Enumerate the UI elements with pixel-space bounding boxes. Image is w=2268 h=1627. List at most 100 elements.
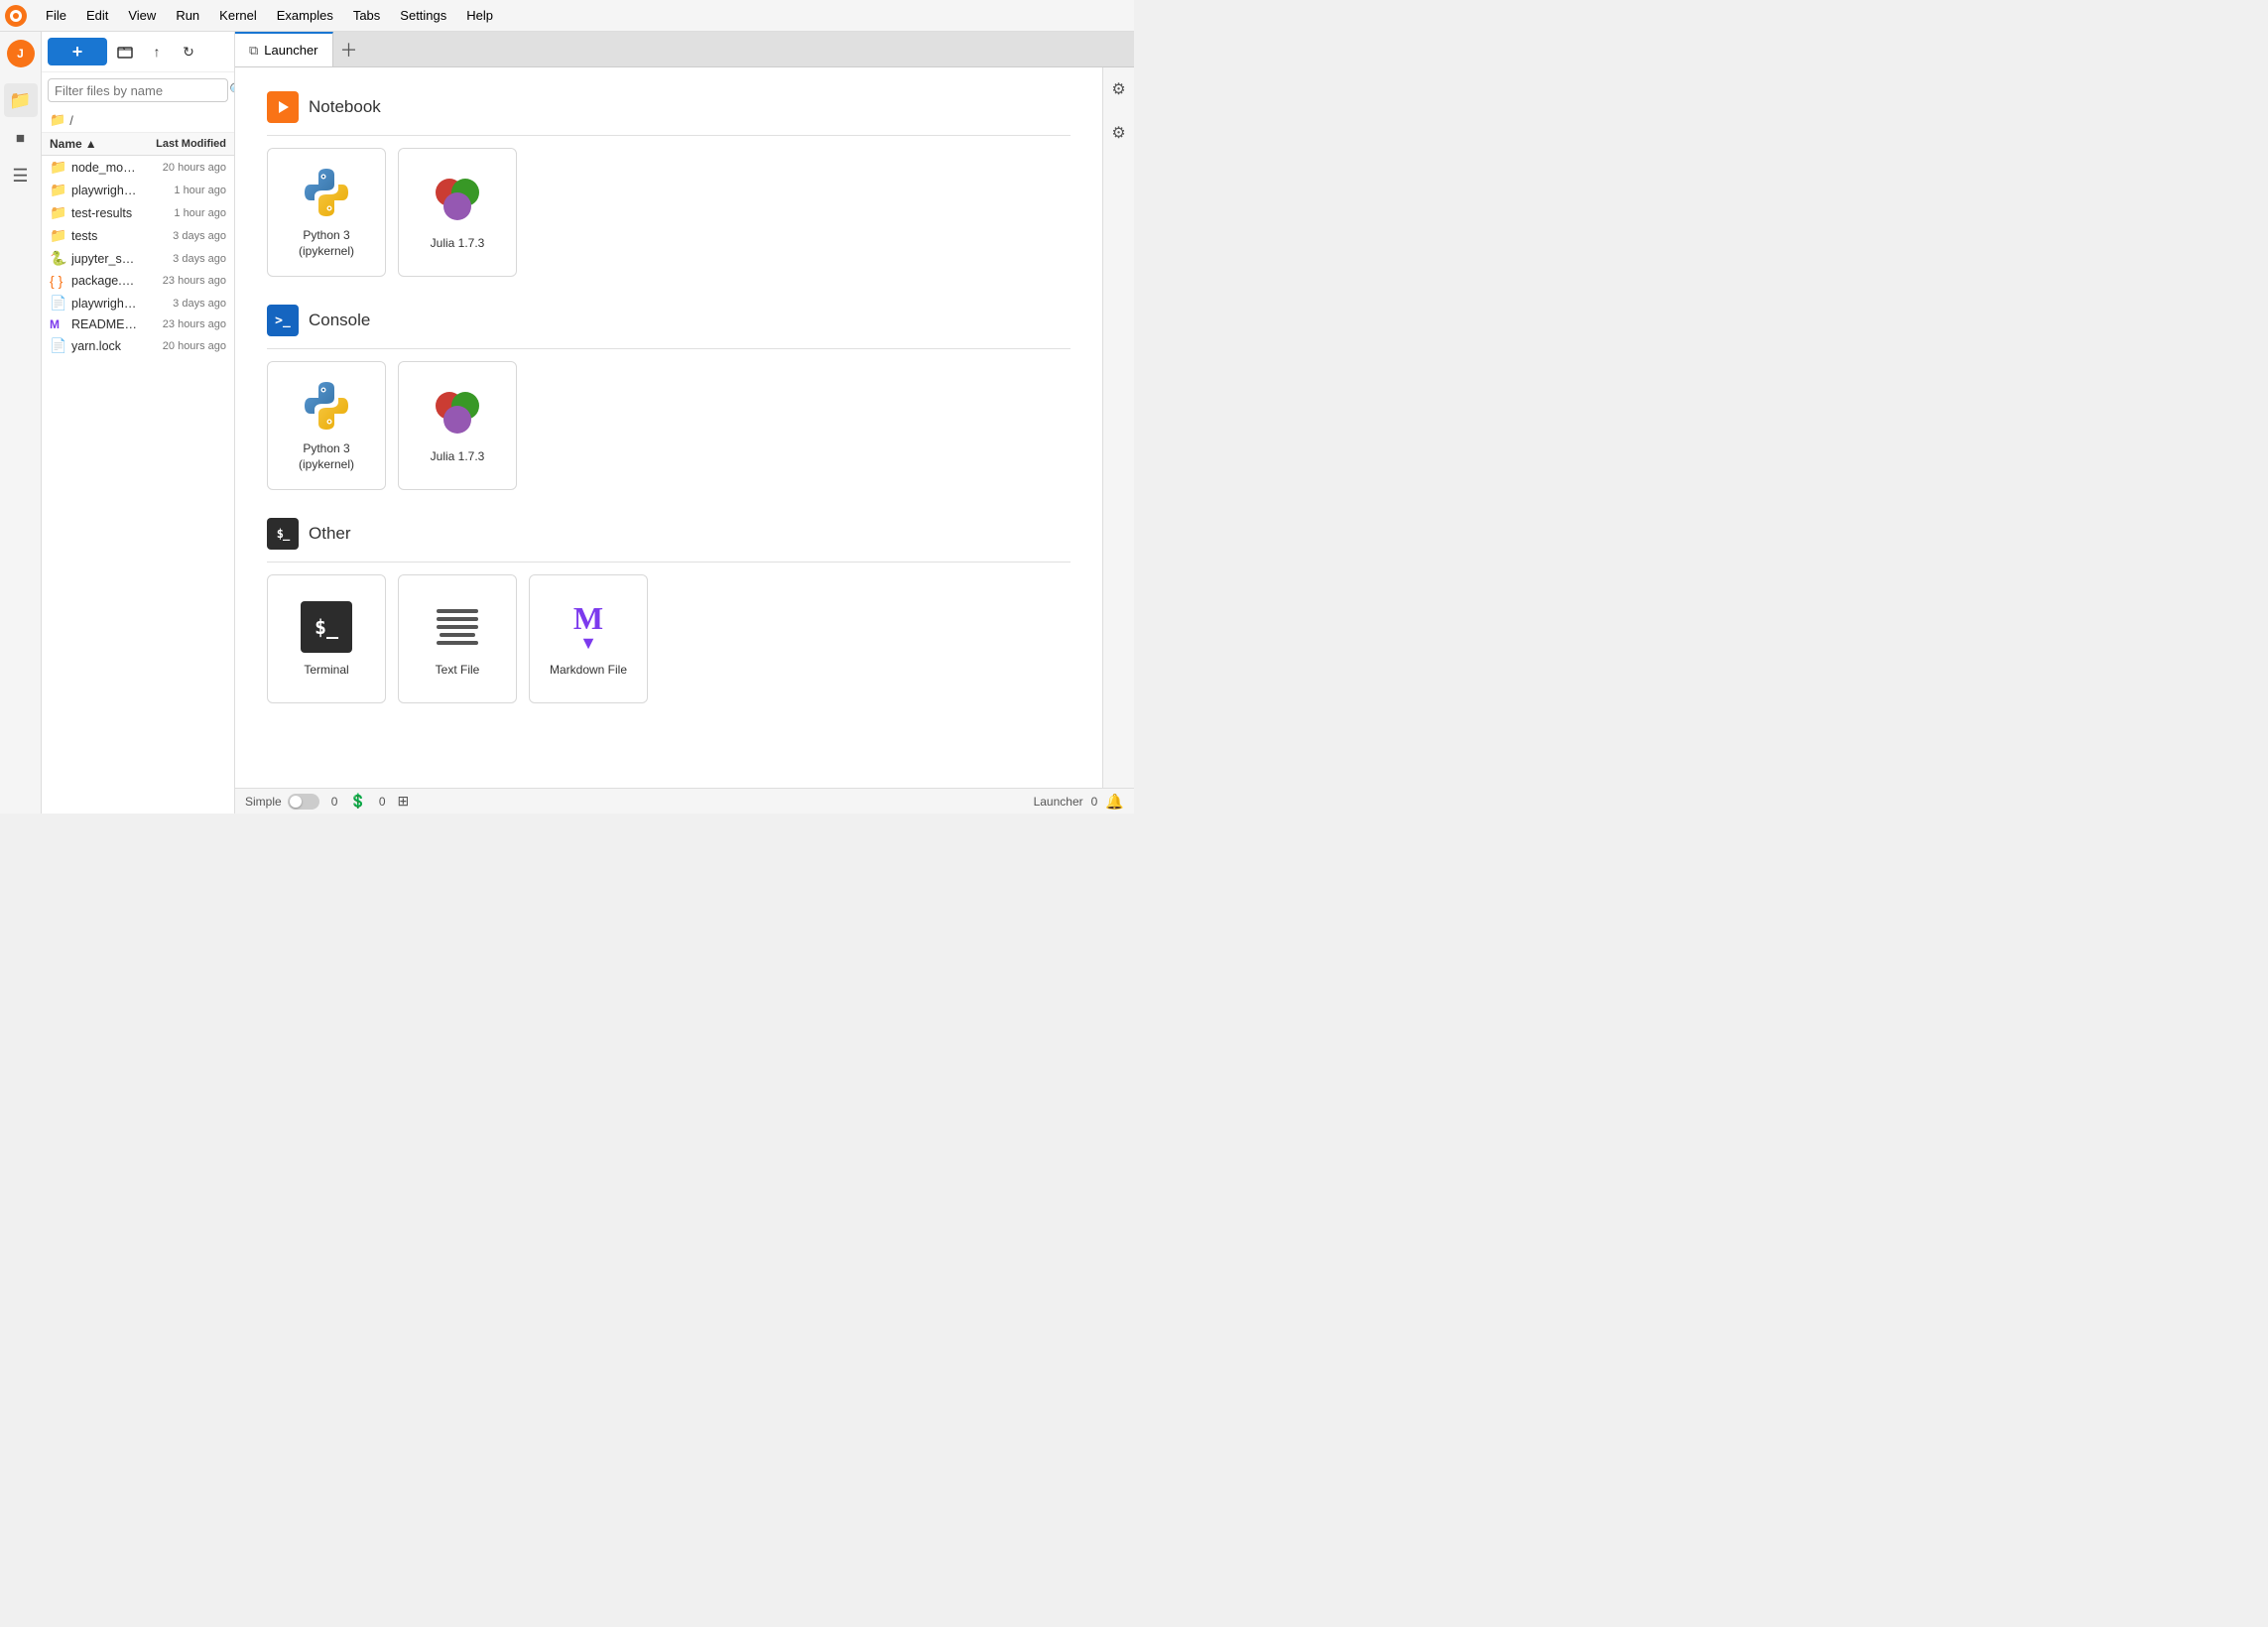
textfile-card[interactable]: Text File bbox=[398, 574, 517, 703]
list-item[interactable]: 📁 tests 3 days ago bbox=[42, 224, 234, 247]
file-name: jupyter_se... bbox=[71, 252, 137, 266]
folder-icon: 📁 bbox=[50, 227, 67, 244]
menu-edit[interactable]: Edit bbox=[76, 4, 118, 27]
tab-launch-icon: ⧉ bbox=[249, 43, 258, 59]
file-name: README.... bbox=[71, 317, 137, 331]
terminal-card[interactable]: $_ Terminal bbox=[267, 574, 386, 703]
file-name: package.json bbox=[71, 274, 137, 288]
settings-button[interactable]: ⚙ bbox=[1105, 75, 1133, 103]
console-cards: Python 3 (ipykernel) Julia bbox=[267, 361, 1071, 490]
new-file-button[interactable]: + bbox=[48, 38, 107, 65]
json-icon: { } bbox=[50, 273, 67, 289]
menu-examples[interactable]: Examples bbox=[267, 4, 343, 27]
console-julia-card[interactable]: Julia 1.7.3 bbox=[398, 361, 517, 490]
card-label: Python 3 (ipykernel) bbox=[276, 228, 377, 259]
right-settings-button-2[interactable]: ⚙ bbox=[1105, 119, 1133, 147]
file-time: 23 hours ago bbox=[137, 275, 226, 287]
menu-view[interactable]: View bbox=[118, 4, 166, 27]
console-section-icon: >_ bbox=[267, 305, 299, 336]
console-python-card[interactable]: Python 3 (ipykernel) bbox=[267, 361, 386, 490]
menu-help[interactable]: Help bbox=[456, 4, 503, 27]
list-item[interactable]: 📁 playwright-... 1 hour ago bbox=[42, 179, 234, 201]
folder-icon: 📁 bbox=[50, 182, 67, 198]
notebook-section-header: Notebook bbox=[267, 91, 1071, 123]
breadcrumb: 📁 / bbox=[42, 108, 234, 133]
menu-run[interactable]: Run bbox=[166, 4, 209, 27]
other-section-header: $_ Other bbox=[267, 518, 1071, 550]
sidebar-icon-files[interactable]: 📁 bbox=[4, 83, 38, 117]
col-name-header[interactable]: Name ▲ bbox=[50, 137, 137, 151]
new-folder-button[interactable] bbox=[111, 38, 139, 65]
search-input[interactable] bbox=[55, 83, 229, 98]
markdown-card[interactable]: M ▼ Markdown File bbox=[529, 574, 648, 703]
simple-toggle-track[interactable] bbox=[288, 794, 319, 810]
list-item[interactable]: { } package.json 23 hours ago bbox=[42, 270, 234, 292]
sidebar-icon-circle[interactable]: J bbox=[7, 40, 35, 67]
notebook-python-card[interactable]: Python 3 (ipykernel) bbox=[267, 148, 386, 277]
file-list-header: Name ▲ Last Modified bbox=[42, 133, 234, 156]
menu-kernel[interactable]: Kernel bbox=[209, 4, 267, 27]
menubar: File Edit View Run Kernel Examples Tabs … bbox=[0, 0, 1134, 32]
tab-add-button[interactable]: ＋ bbox=[333, 32, 365, 66]
console-section-header: >_ Console bbox=[267, 305, 1071, 336]
python-icon: 🐍 bbox=[50, 250, 67, 267]
list-item[interactable]: 📁 test-results 1 hour ago bbox=[42, 201, 234, 224]
file-icon: 📄 bbox=[50, 337, 67, 354]
terminal-icon-inner: $_ bbox=[301, 601, 352, 653]
notebook-julia-card[interactable]: Julia 1.7.3 bbox=[398, 148, 517, 277]
textfile-icon bbox=[430, 599, 485, 655]
file-time: 1 hour ago bbox=[137, 185, 226, 196]
notification-bell-icon[interactable]: 🔔 bbox=[1105, 793, 1124, 811]
sidebar-icon-list[interactable]: ☰ bbox=[4, 159, 38, 192]
terminal-icon: $_ bbox=[299, 599, 354, 655]
upload-button[interactable]: ↑ bbox=[143, 38, 171, 65]
list-item[interactable]: 🐍 jupyter_se... 3 days ago bbox=[42, 247, 234, 270]
list-item[interactable]: M README.... 23 hours ago bbox=[42, 314, 234, 334]
python-notebook-icon bbox=[299, 165, 354, 220]
refresh-button[interactable]: ↻ bbox=[175, 38, 202, 65]
python-console-icon bbox=[299, 378, 354, 434]
file-name: test-results bbox=[71, 206, 137, 220]
console-section: >_ Console bbox=[267, 305, 1071, 490]
other-divider bbox=[267, 562, 1071, 563]
menu-settings[interactable]: Settings bbox=[390, 4, 456, 27]
julia-notebook-icon bbox=[430, 173, 485, 228]
file-time: 20 hours ago bbox=[137, 162, 226, 174]
terminal-status-icon: 💲 bbox=[349, 793, 366, 810]
simple-mode-label: Simple bbox=[245, 795, 282, 809]
card-label: Markdown File bbox=[550, 663, 627, 679]
launcher-content: Notebook bbox=[235, 67, 1102, 788]
list-item[interactable]: 📄 yarn.lock 20 hours ago bbox=[42, 334, 234, 357]
notebook-section-icon bbox=[267, 91, 299, 123]
tab-launcher[interactable]: ⧉ Launcher bbox=[235, 32, 333, 66]
menu-file[interactable]: File bbox=[36, 4, 76, 27]
main-area: ⧉ Launcher ＋ Notebook bbox=[235, 32, 1134, 814]
status-grid-icon: ⊞ bbox=[398, 793, 410, 810]
file-time: 3 days ago bbox=[137, 298, 226, 310]
list-item[interactable]: 📄 playwright.... 3 days ago bbox=[42, 292, 234, 314]
menu-tabs[interactable]: Tabs bbox=[343, 4, 390, 27]
other-section-icon: $_ bbox=[267, 518, 299, 550]
file-time: 3 days ago bbox=[137, 253, 226, 265]
sidebar-icon-stop[interactable]: ⏹ bbox=[4, 121, 38, 155]
search-box[interactable]: 🔍 bbox=[48, 78, 228, 102]
breadcrumb-path: / bbox=[69, 113, 73, 128]
tab-bar: ⧉ Launcher ＋ bbox=[235, 32, 1134, 67]
main-center: Notebook bbox=[235, 67, 1134, 788]
status-bar-right: Launcher 0 🔔 bbox=[1034, 793, 1124, 811]
card-label: Terminal bbox=[304, 663, 348, 679]
card-label: Text File bbox=[436, 663, 480, 679]
markdown-icon: M bbox=[50, 317, 67, 331]
file-list: 📁 node_mod... 20 hours ago 📁 playwright-… bbox=[42, 156, 234, 814]
status-launcher-count: 0 bbox=[1091, 795, 1098, 809]
status-bar: Simple 0 💲 0 ⊞ Launcher 0 🔔 bbox=[235, 788, 1134, 814]
folder-icon: 📁 bbox=[50, 204, 67, 221]
notebook-section: Notebook bbox=[267, 91, 1071, 277]
list-item[interactable]: 📁 node_mod... 20 hours ago bbox=[42, 156, 234, 179]
notebook-section-title: Notebook bbox=[309, 97, 381, 117]
simple-toggle-thumb bbox=[290, 796, 302, 808]
icon-sidebar: J 📁 ⏹ ☰ bbox=[0, 32, 42, 814]
app-body: J 📁 ⏹ ☰ + ↑ ↻ 🔍 📁 / Name ▲ La bbox=[0, 32, 1134, 814]
console-divider bbox=[267, 348, 1071, 349]
card-label: Python 3 (ipykernel) bbox=[276, 441, 377, 472]
